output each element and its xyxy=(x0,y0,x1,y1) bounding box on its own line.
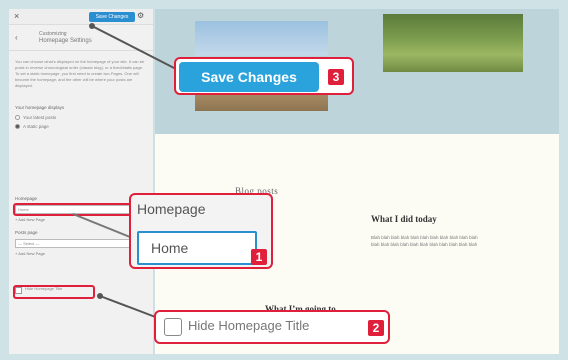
customizer-sidebar: × Save Changes ⚙ ‹ Customizing Homepage … xyxy=(9,9,154,354)
posts-page-select[interactable]: — Select — xyxy=(15,239,143,248)
step-number-badge: 3 xyxy=(328,69,344,85)
radio-latest-posts[interactable]: Your latest posts xyxy=(15,115,56,120)
gear-icon[interactable]: ⚙ xyxy=(137,11,144,20)
radio-label: Your latest posts xyxy=(23,115,57,120)
homepage-callout: Homepage Home 1 xyxy=(129,193,273,269)
section-header: ‹ Customizing Homepage Settings xyxy=(9,25,153,51)
homepage-displays-label: Your homepage displays xyxy=(15,105,65,110)
close-icon[interactable]: × xyxy=(14,11,19,21)
homepage-field-highlight xyxy=(13,203,145,216)
sidebar-top-bar: × Save Changes ⚙ xyxy=(9,9,153,25)
radio-static-page[interactable]: A static page xyxy=(15,124,49,129)
radio-button-selected[interactable] xyxy=(15,124,20,129)
radio-button[interactable] xyxy=(15,115,20,120)
step-number-badge: 2 xyxy=(368,320,384,336)
section-title: Homepage Settings xyxy=(39,38,92,44)
save-changes-button[interactable]: Save Changes xyxy=(89,12,135,22)
post-excerpt: Blah blah blah blah blah blah blah blah … xyxy=(371,235,478,247)
hide-title-checkbox-zoomed[interactable] xyxy=(164,318,182,336)
homepage-select-zoomed[interactable]: Home xyxy=(137,231,257,265)
step-number-badge: 1 xyxy=(251,249,267,265)
homepage-field-label: Homepage xyxy=(15,196,38,201)
homepage-label-zoomed: Homepage xyxy=(137,201,206,217)
post-title[interactable]: What I did today xyxy=(371,214,437,224)
hide-title-label-zoomed: Hide Homepage Title xyxy=(188,318,310,333)
landscape-photo xyxy=(383,14,523,72)
posts-page-field-label: Posts page xyxy=(15,230,38,235)
breadcrumb: Customizing xyxy=(39,31,67,37)
add-new-page-link[interactable]: + Add New Page xyxy=(15,251,45,256)
back-arrow-icon[interactable]: ‹ xyxy=(15,33,18,42)
hide-title-highlight xyxy=(13,285,95,299)
save-changes-callout: Save Changes 3 xyxy=(174,57,354,95)
hide-title-callout: Hide Homepage Title 2 xyxy=(154,310,390,344)
section-description: You can choose what’s displayed on the h… xyxy=(15,59,145,88)
add-new-page-link[interactable]: + Add New Page xyxy=(15,217,45,222)
save-changes-button-zoomed[interactable]: Save Changes xyxy=(179,62,319,92)
radio-label: A static page xyxy=(23,124,49,129)
